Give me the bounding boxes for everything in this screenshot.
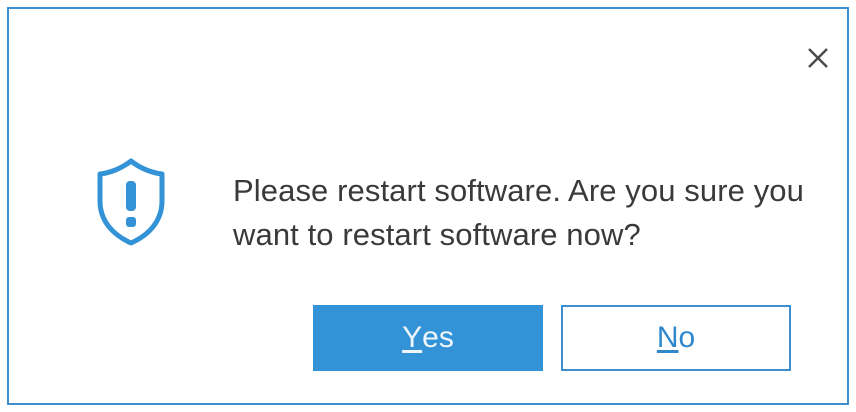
dialog-message: Please restart software. Are you sure yo… <box>233 173 804 252</box>
no-button[interactable]: No <box>561 305 791 371</box>
yes-button[interactable]: Yes <box>313 305 543 371</box>
shield-warning-icon <box>97 158 165 246</box>
no-button-mnemonic: N <box>656 321 679 354</box>
close-icon <box>808 48 828 68</box>
restart-dialog: Please restart software. Are you sure yo… <box>7 7 849 405</box>
no-button-label: o <box>678 321 696 354</box>
close-button[interactable] <box>801 41 835 75</box>
yes-button-label: es <box>422 321 454 354</box>
yes-button-mnemonic: Y <box>402 321 423 354</box>
